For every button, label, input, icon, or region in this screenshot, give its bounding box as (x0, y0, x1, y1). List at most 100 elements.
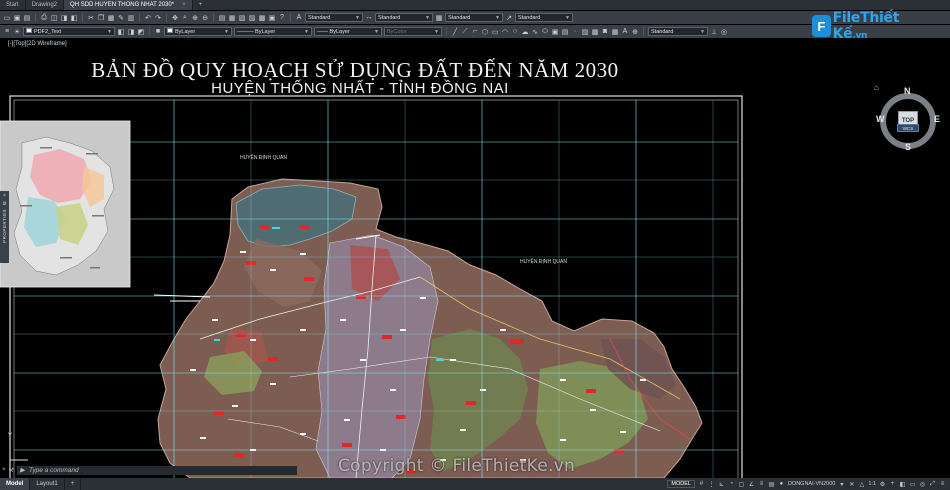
compass-north[interactable]: N (904, 86, 911, 96)
plus-icon[interactable]: + (889, 481, 896, 488)
construction-line-icon[interactable]: ⟋ (461, 28, 469, 36)
osnap-icon[interactable]: ▢ (738, 481, 745, 488)
tab-layout1[interactable]: Layout1 (30, 478, 65, 490)
compass-west[interactable]: W (876, 114, 885, 124)
otrack-icon[interactable]: ∠ (748, 481, 755, 488)
sheet-set-icon[interactable]: ▨ (248, 14, 256, 22)
polar-icon[interactable]: ◔ (728, 481, 735, 488)
linetype-select[interactable]: ――― ByLayer ▼ (234, 27, 312, 36)
properties-palette-collapsed[interactable]: × ⚙ PROPERTIES (0, 191, 9, 263)
paste-icon[interactable]: ▦ (107, 14, 115, 22)
match-properties-icon[interactable]: ✎ (117, 14, 125, 22)
drawing-viewport[interactable]: [-][Top][2D Wireframe] BẢN ĐỒ QUY HOẠCH … (0, 39, 950, 478)
dim-style-icon[interactable]: ↔ (365, 14, 373, 22)
color-select[interactable]: ByLayer ▼ (164, 27, 232, 36)
make-current-layer-icon[interactable]: ◧ (117, 28, 125, 36)
copy-icon[interactable]: ❐ (97, 14, 105, 22)
zoom-previous-icon[interactable]: ⊖ (201, 14, 209, 22)
gear-icon[interactable]: ⚙ (879, 481, 886, 488)
home-icon[interactable]: ⌂ (874, 83, 879, 92)
viewcube[interactable]: ⌂ TOP N S E W (874, 83, 940, 155)
circle-icon[interactable]: ○ (511, 28, 519, 36)
model-space-button[interactable]: MODEL (667, 480, 695, 488)
polygon-icon[interactable]: ⬡ (481, 28, 489, 36)
undo-icon[interactable]: ↶ (144, 14, 152, 22)
tab-model[interactable]: Model (0, 478, 31, 490)
add-layout-button[interactable]: + (65, 478, 82, 490)
save-icon[interactable]: ▤ (23, 14, 31, 22)
lineweight-icon[interactable]: ≡ (758, 481, 765, 488)
grid-icon[interactable]: # (698, 481, 705, 488)
block-editor-icon[interactable]: ▥ (127, 14, 135, 22)
properties-icon[interactable]: ▤ (218, 14, 226, 22)
annotation-scale-icon[interactable]: △ (858, 481, 865, 488)
mleader-style-icon[interactable]: ↗ (505, 14, 513, 22)
add-selected-icon[interactable]: ⊕ (631, 28, 639, 36)
markup-icon[interactable]: ▩ (258, 14, 266, 22)
text-style-icon[interactable]: A (295, 14, 303, 22)
customize-menu-icon[interactable]: ≡ (939, 481, 946, 488)
tab-drawing2[interactable]: Drawing2 (26, 0, 65, 10)
snap-icon[interactable]: ⋮ (708, 481, 715, 488)
color-icon[interactable]: ■ (154, 28, 162, 36)
ellipse-icon[interactable]: ⬭ (541, 28, 549, 36)
design-center-icon[interactable]: ▦ (228, 14, 236, 22)
compass-south[interactable]: S (905, 142, 911, 152)
print-icon[interactable]: ⎙ (40, 14, 48, 22)
rectangle-icon[interactable]: ▭ (491, 28, 499, 36)
layer-state-icon[interactable]: ◩ (137, 28, 145, 36)
region-icon[interactable]: ◙ (601, 28, 609, 36)
table-icon[interactable]: ▦ (611, 28, 619, 36)
annotation-scale-value[interactable]: 1:1 (868, 481, 876, 487)
new-tab-button[interactable]: + (193, 0, 209, 10)
close-icon[interactable]: × (3, 193, 6, 199)
zoom-realtime-icon[interactable]: ⌕ (181, 14, 189, 22)
insert-block-icon[interactable]: ▣ (551, 28, 559, 36)
map-pin-icon[interactable]: ● (778, 481, 785, 488)
layer-properties-icon[interactable]: ≡ (3, 28, 11, 36)
mleader-style-select[interactable]: Standard ▼ (515, 13, 573, 22)
tab-qh-sdd[interactable]: QH SDD HUYEN THONG NHAT 2030* × (64, 0, 193, 10)
preview-icon[interactable]: ◫ (50, 14, 58, 22)
text-style-select[interactable]: Standard ▼ (305, 13, 363, 22)
cut-icon[interactable]: ✂ (87, 14, 95, 22)
tab-start[interactable]: Start (0, 0, 26, 10)
ucs-icon[interactable]: ⊥ (710, 28, 718, 36)
lightbulb-icon[interactable]: ☀ (13, 28, 21, 36)
open-folder-icon[interactable]: ▣ (13, 14, 21, 22)
coordinate-system-label[interactable]: DONGNAI-VN2000 (788, 481, 835, 487)
make-block-icon[interactable]: ▤ (561, 28, 569, 36)
workspace-icon[interactable]: ◧ (899, 481, 906, 488)
gradient-icon[interactable]: ▩ (591, 28, 599, 36)
redo-icon[interactable]: ↷ (154, 14, 162, 22)
help-icon[interactable]: ? (278, 14, 286, 22)
arc-icon[interactable]: ◠ (501, 28, 509, 36)
command-input[interactable]: ▶ Type a command (16, 465, 297, 475)
publish-icon[interactable]: ◨ (60, 14, 68, 22)
visual-style-select[interactable]: Standard ▼ (648, 27, 708, 36)
hardware-acceleration-icon[interactable]: ▭ (909, 481, 916, 488)
mtext-icon[interactable]: A (621, 28, 629, 36)
spline-icon[interactable]: ∿ (531, 28, 539, 36)
hatch-icon[interactable]: ▨ (581, 28, 589, 36)
polyline-icon[interactable]: ⌐ (471, 28, 479, 36)
wrench-icon[interactable]: ⚒ (9, 467, 14, 474)
pan-icon[interactable]: ✥ (171, 14, 179, 22)
table-style-select[interactable]: Standard ▼ (445, 13, 503, 22)
close-icon[interactable]: × (182, 2, 186, 8)
fullscreen-icon[interactable]: ⤢ (929, 481, 936, 488)
wcs-menu[interactable]: WCS (897, 124, 919, 132)
calculator-icon[interactable]: ▣ (268, 14, 276, 22)
world-ucs-icon[interactable]: ◎ (720, 28, 728, 36)
3d-print-icon[interactable]: ◧ (70, 14, 78, 22)
layer-previous-icon[interactable]: ◨ (127, 28, 135, 36)
chevron-down-icon[interactable]: ▾ (838, 481, 845, 488)
zoom-window-icon[interactable]: ⊕ (191, 14, 199, 22)
dim-style-select[interactable]: Standard ▼ (375, 13, 433, 22)
close-icon[interactable]: × (2, 467, 6, 473)
line-icon[interactable]: ╱ (451, 28, 459, 36)
table-style-icon[interactable]: ▦ (435, 14, 443, 22)
point-icon[interactable]: · (571, 28, 579, 36)
layer-select[interactable]: PDF2_Text ▼ (23, 27, 115, 36)
selection-cycling-icon[interactable]: ▤ (768, 481, 775, 488)
